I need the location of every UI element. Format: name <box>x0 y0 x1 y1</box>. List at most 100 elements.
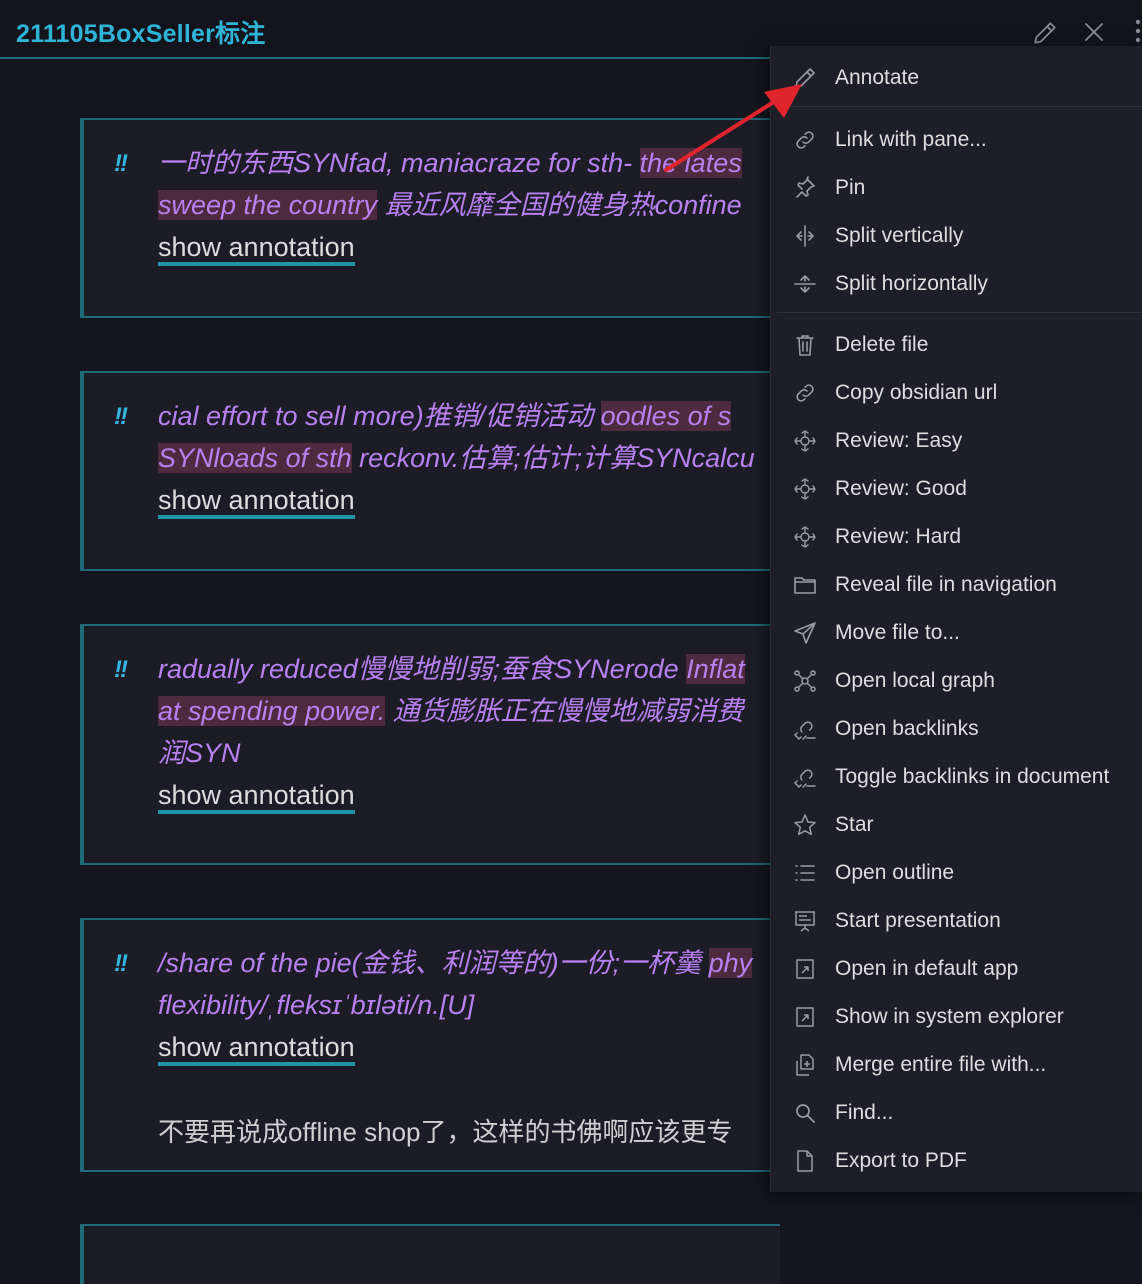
menu-item-split-horizontally[interactable]: Split horizontally <box>771 262 1142 306</box>
annotation-block <box>80 1224 780 1284</box>
annotation-note: 不要再说成offline shop了，这样的书佛啊应该更专 <box>158 1117 733 1147</box>
highlight-quote: radually reduced慢慢地削弱;蚕食SYNerode Inflat … <box>158 648 798 774</box>
backlinks-icon <box>793 717 817 741</box>
menu-item-toggle-backlinks[interactable]: Toggle backlinks in document <box>771 755 1142 799</box>
menu-item-label: Review: Good <box>835 477 967 500</box>
quote-highlight: at spending power. <box>158 696 386 726</box>
quote-line: sweep the country 最近风靡全国的健身热confine <box>158 184 798 226</box>
menu-item-label: Reveal file in navigation <box>835 573 1057 596</box>
folder-icon <box>793 573 817 597</box>
menu-item-label: Annotate <box>835 66 920 89</box>
graph-icon <box>793 669 817 693</box>
split-vertical-icon <box>793 224 817 248</box>
header-divider <box>0 57 780 59</box>
quote-text: 通货膨胀正在慢慢地减弱消费 <box>385 696 744 726</box>
important-marker: !! <box>114 950 128 977</box>
annotation-block: !! /share of the pie(金钱、利润等的)一份;一杯羹 phy … <box>80 918 780 1172</box>
star-icon <box>793 813 817 837</box>
link-icon <box>793 381 817 405</box>
backlinks-icon <box>793 765 817 789</box>
presentation-icon <box>793 909 817 933</box>
menu-item-label: Split horizontally <box>835 272 988 295</box>
important-marker: !! <box>114 403 128 430</box>
quote-text: cial effort to sell more)推销/促销活动 <box>158 401 601 431</box>
quote-line: /share of the pie(金钱、利润等的)一份;一杯羹 phy <box>158 942 798 984</box>
menu-item-review-good[interactable]: Review: Good <box>771 467 1142 511</box>
menu-separator <box>777 106 1142 107</box>
menu-item-label: Star <box>835 813 874 836</box>
show-annotation-link[interactable]: show annotation <box>158 780 355 814</box>
edit-pencil-icon[interactable] <box>1032 20 1058 46</box>
menu-item-star[interactable]: Star <box>771 803 1142 847</box>
menu-item-export-pdf[interactable]: Export to PDF <box>771 1139 1142 1183</box>
quote-line: 润SYN <box>158 732 798 774</box>
menu-item-label: Split vertically <box>835 224 964 247</box>
review-icon <box>793 477 817 501</box>
menu-item-label: Export to PDF <box>835 1149 967 1172</box>
menu-item-open-default-app[interactable]: Open in default app <box>771 947 1142 991</box>
send-icon <box>793 621 817 645</box>
menu-item-start-presentation[interactable]: Start presentation <box>771 899 1142 943</box>
quote-text: radually reduced慢慢地削弱;蚕食SYNerode <box>158 654 687 684</box>
menu-item-label: Pin <box>835 176 866 199</box>
menu-item-label: Start presentation <box>835 909 1001 932</box>
menu-item-open-backlinks[interactable]: Open backlinks <box>771 707 1142 751</box>
quote-highlight: oodles of s <box>600 401 732 431</box>
menu-item-review-hard[interactable]: Review: Hard <box>771 515 1142 559</box>
menu-item-label: Show in system explorer <box>835 1005 1064 1028</box>
quote-highlight: Inflat <box>686 654 745 684</box>
menu-item-label: Move file to... <box>835 621 960 644</box>
annotation-block: !! radually reduced慢慢地削弱;蚕食SYNerode Infl… <box>80 624 780 865</box>
quote-text: flexibility/ˌfleksɪˈbɪləti/n.[U] <box>158 990 475 1020</box>
quote-highlight: SYNloads of sth <box>158 443 352 473</box>
menu-item-delete-file[interactable]: Delete file <box>771 323 1142 367</box>
menu-item-merge-file[interactable]: Merge entire file with... <box>771 1043 1142 1087</box>
quote-line: flexibility/ˌfleksɪˈbɪləti/n.[U] <box>158 984 798 1026</box>
menu-item-reveal-file[interactable]: Reveal file in navigation <box>771 563 1142 607</box>
show-annotation-link[interactable]: show annotation <box>158 485 355 519</box>
menu-item-label: Review: Easy <box>835 429 963 452</box>
menu-item-label: Open in default app <box>835 957 1019 980</box>
menu-item-label: Open outline <box>835 861 955 884</box>
menu-item-review-easy[interactable]: Review: Easy <box>771 419 1142 463</box>
review-icon <box>793 429 817 453</box>
menu-item-pin[interactable]: Pin <box>771 166 1142 210</box>
menu-item-copy-obsidian-url[interactable]: Copy obsidian url <box>771 371 1142 415</box>
menu-item-link-with-pane[interactable]: Link with pane... <box>771 118 1142 162</box>
show-annotation-link[interactable]: show annotation <box>158 1032 355 1066</box>
quote-text: 润SYN <box>158 738 241 768</box>
menu-item-label: Delete file <box>835 333 929 356</box>
menu-item-label: Open local graph <box>835 669 995 692</box>
menu-item-label: Copy obsidian url <box>835 381 998 404</box>
merge-icon <box>793 1053 817 1077</box>
highlight-quote: cial effort to sell more)推销/促销活动 oodles … <box>158 395 798 479</box>
show-annotation-link[interactable]: show annotation <box>158 232 355 266</box>
menu-item-annotate[interactable]: Annotate <box>771 56 1142 100</box>
quote-line: SYNloads of sth reckonv.估算;估计;计算SYNcalcu <box>158 437 798 479</box>
highlight-quote: /share of the pie(金钱、利润等的)一份;一杯羹 phy fle… <box>158 942 798 1026</box>
menu-item-open-outline[interactable]: Open outline <box>771 851 1142 895</box>
quote-line: cial effort to sell more)推销/促销活动 oodles … <box>158 395 798 437</box>
document-icon <box>793 1149 817 1173</box>
pin-icon <box>793 176 817 200</box>
menu-item-move-file[interactable]: Move file to... <box>771 611 1142 655</box>
close-icon[interactable] <box>1082 20 1106 44</box>
file-title[interactable]: 211105BoxSeller标注 <box>16 14 265 50</box>
menu-item-split-vertically[interactable]: Split vertically <box>771 214 1142 258</box>
more-options-icon[interactable] <box>1134 18 1142 44</box>
list-icon <box>793 861 817 885</box>
quote-line: at spending power. 通货膨胀正在慢慢地减弱消费 <box>158 690 798 732</box>
quote-highlight: phy <box>708 948 753 978</box>
menu-item-label: Find... <box>835 1101 894 1124</box>
annotation-arrow <box>664 84 802 172</box>
menu-item-find[interactable]: Find... <box>771 1091 1142 1135</box>
search-icon <box>793 1101 817 1125</box>
menu-item-label: Open backlinks <box>835 717 979 740</box>
menu-separator <box>777 312 1142 313</box>
menu-item-label: Toggle backlinks in document <box>835 765 1110 788</box>
quote-text: 最近风靡全国的健身热confine <box>377 190 742 220</box>
annotation-block: !! cial effort to sell more)推销/促销活动 oodl… <box>80 371 780 571</box>
split-horizontal-icon <box>793 272 817 296</box>
menu-item-open-local-graph[interactable]: Open local graph <box>771 659 1142 703</box>
menu-item-show-in-explorer[interactable]: Show in system explorer <box>771 995 1142 1039</box>
